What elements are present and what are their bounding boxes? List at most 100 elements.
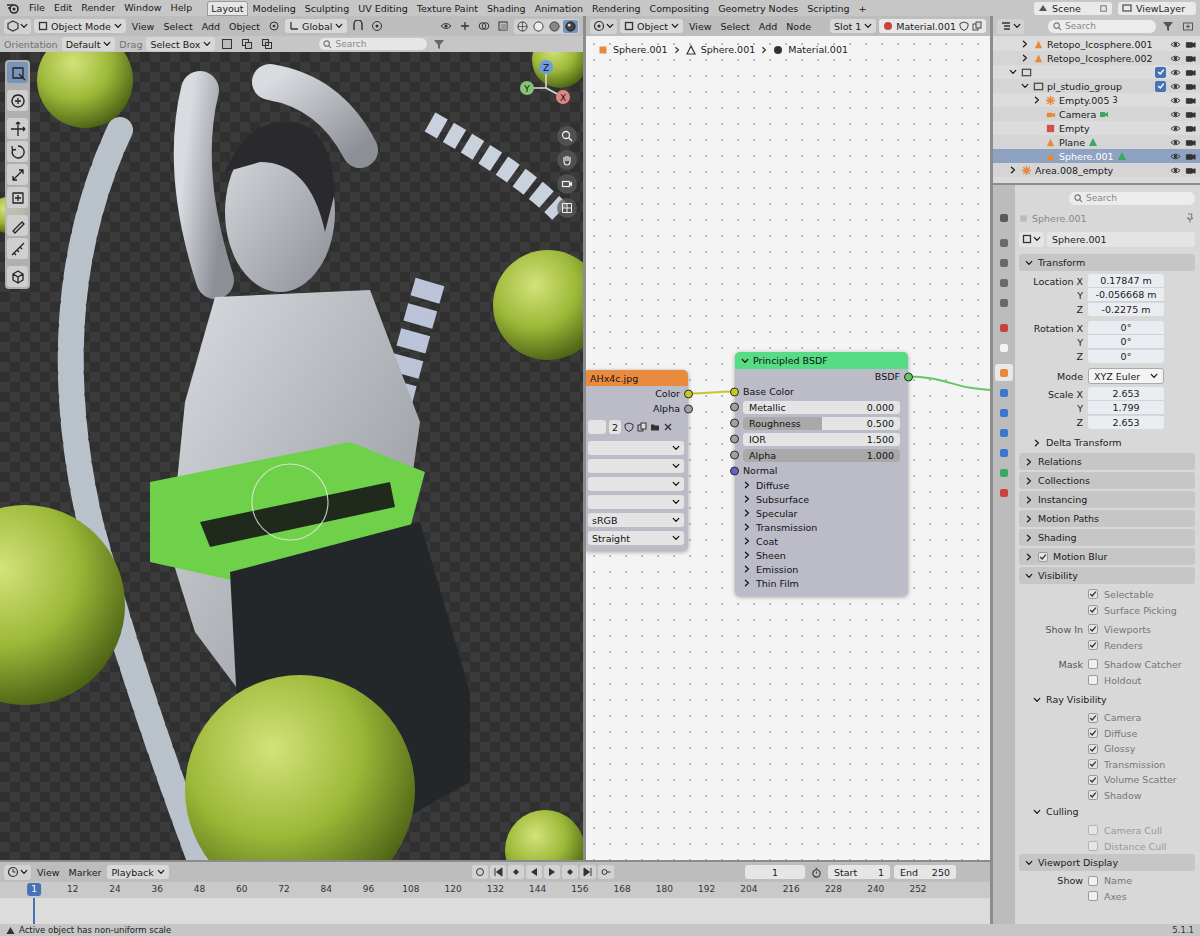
collapse-arrow-icon[interactable] <box>1033 808 1041 816</box>
scene-selector[interactable]: Scene <box>1034 2 1112 15</box>
tool-button[interactable] <box>7 238 28 259</box>
render-camera-icon[interactable] <box>1185 123 1196 134</box>
socket-icon[interactable] <box>730 466 739 475</box>
properties-search[interactable]: Search <box>1069 192 1195 205</box>
checkbox[interactable] <box>1088 841 1098 851</box>
eye-icon[interactable] <box>1170 39 1181 50</box>
socket-icon[interactable] <box>684 404 693 413</box>
workspace-tab[interactable]: Geometry Nodes <box>714 1 802 16</box>
checkbox[interactable] <box>1088 675 1098 685</box>
properties-tab[interactable] <box>995 384 1013 401</box>
rotation-field[interactable]: 0° <box>1088 321 1164 335</box>
workspace-tab[interactable]: Compositing <box>646 1 714 16</box>
new-collection-icon[interactable] <box>1180 20 1196 32</box>
socket-icon[interactable] <box>684 389 693 398</box>
pin-icon[interactable] <box>1099 4 1108 13</box>
node-dropdown[interactable] <box>588 441 684 455</box>
location-field[interactable]: 0.17847 m <box>1088 274 1164 288</box>
breadcrumb[interactable]: Sphere.001 <box>701 44 756 55</box>
checkbox[interactable] <box>1088 640 1098 650</box>
transform-orientation-dropdown[interactable]: Global <box>285 19 347 33</box>
eye-icon[interactable] <box>1170 165 1181 176</box>
object-type-dropdown[interactable] <box>1019 232 1044 247</box>
properties-tab[interactable] <box>995 319 1013 336</box>
node-header[interactable]: Principled BSDF <box>735 352 908 369</box>
end-frame-field[interactable]: End250 <box>894 865 956 879</box>
stopwatch-icon[interactable] <box>809 867 824 878</box>
expand-arrow-icon[interactable] <box>1033 439 1041 447</box>
collapse-arrow-icon[interactable] <box>672 444 680 452</box>
playhead[interactable]: 1 <box>27 883 41 896</box>
collapse-arrow-icon[interactable] <box>1033 235 1041 243</box>
render-camera-icon[interactable] <box>1185 151 1196 162</box>
panel-header[interactable]: Motion Blur <box>1019 548 1195 565</box>
properties-tab[interactable] <box>995 294 1013 311</box>
checkbox[interactable] <box>1088 605 1098 615</box>
gizmo-toggle-icon[interactable] <box>457 20 473 32</box>
collapse-arrow-icon[interactable] <box>1009 68 1017 76</box>
panel-header[interactable]: Motion Paths <box>1019 510 1195 527</box>
checkbox[interactable] <box>1088 825 1098 835</box>
location-field[interactable]: -0.056668 m <box>1088 288 1164 302</box>
tool-button[interactable] <box>7 90 28 111</box>
value-slider[interactable]: Roughness0.500 <box>743 417 900 430</box>
outliner-row[interactable]: Retopo_Icosphere.001 <box>993 37 1200 51</box>
location-field[interactable]: -0.2275 m <box>1088 303 1164 316</box>
workspace-tab[interactable]: Texture Paint <box>413 1 482 16</box>
node-dropdown[interactable]: sRGB <box>588 513 684 527</box>
search-field[interactable]: Search <box>319 38 427 50</box>
add-workspace-button[interactable]: + <box>855 1 871 16</box>
properties-tab[interactable] <box>995 444 1013 461</box>
viewport-menu[interactable]: Object <box>226 21 263 32</box>
node-editor-menu[interactable]: Node <box>783 21 814 32</box>
node-panel-toggle[interactable]: Specular <box>735 506 908 520</box>
node-editor-menu[interactable]: Select <box>718 21 753 32</box>
close-icon[interactable] <box>663 422 673 432</box>
value-slider[interactable]: Metallic0.000 <box>743 401 900 414</box>
checkbox[interactable] <box>1088 876 1098 886</box>
duplicate-icon[interactable] <box>637 422 647 432</box>
collapse-arrow-icon[interactable] <box>157 868 165 876</box>
next-keyframe-icon[interactable] <box>562 865 578 879</box>
subpanel-header[interactable]: Ray Visibility <box>1019 691 1195 708</box>
collapse-arrow-icon[interactable] <box>671 22 679 30</box>
proportional-edit-icon[interactable] <box>369 20 385 32</box>
mode-dropdown[interactable]: Object Mode <box>34 19 126 33</box>
keying-icon[interactable] <box>598 865 614 879</box>
expand-arrow-icon[interactable] <box>743 509 751 517</box>
filter-icon[interactable] <box>431 38 447 50</box>
material-shading-icon[interactable] <box>547 20 562 33</box>
expand-arrow-icon[interactable] <box>743 523 751 531</box>
blender-logo-icon[interactable] <box>4 2 24 14</box>
timeline-menu[interactable]: Playback <box>107 865 168 879</box>
select-subtract-icon[interactable] <box>259 38 275 50</box>
checkbox[interactable] <box>1088 624 1098 634</box>
viewport-menu[interactable]: View <box>129 21 158 32</box>
workspace-tab[interactable]: Shading <box>483 1 530 16</box>
collapse-arrow-icon[interactable] <box>1025 859 1033 867</box>
socket-icon[interactable] <box>730 419 739 428</box>
node-editor-menu[interactable]: Add <box>756 21 780 32</box>
pivot-icon[interactable] <box>266 20 282 32</box>
node-dropdown[interactable] <box>588 495 684 509</box>
outliner-row[interactable]: Empty <box>993 121 1200 135</box>
workspace-tab[interactable]: Modeling <box>249 1 300 16</box>
perspective-grid-icon[interactable] <box>557 198 577 218</box>
principled-bsdf-node[interactable]: Principled BSDFBSDFBase ColorMetallic0.0… <box>735 352 908 596</box>
menu-item[interactable]: File <box>25 0 49 16</box>
current-frame-field[interactable]: 1 <box>745 865 805 879</box>
expand-arrow-icon[interactable] <box>1009 166 1017 174</box>
render-camera-icon[interactable] <box>1185 39 1196 50</box>
outliner-row[interactable] <box>993 65 1200 79</box>
checkbox[interactable] <box>1088 775 1098 785</box>
panel-header[interactable]: Instancing <box>1019 491 1195 508</box>
node-panel-toggle[interactable]: Diffuse <box>735 478 908 492</box>
collapse-arrow-icon[interactable] <box>1150 372 1158 380</box>
value-slider[interactable]: Alpha1.000 <box>743 449 900 462</box>
editor-type-button[interactable] <box>590 19 617 34</box>
tool-button[interactable] <box>7 62 28 83</box>
object-name-field[interactable]: Sphere.001 <box>1047 232 1195 247</box>
menu-item[interactable]: Render <box>77 0 119 16</box>
collapse-arrow-icon[interactable] <box>672 480 680 488</box>
node-dropdown[interactable] <box>588 477 684 491</box>
